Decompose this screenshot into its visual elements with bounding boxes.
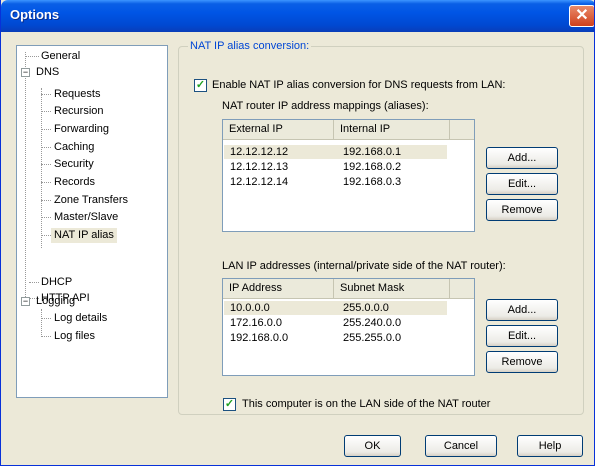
tree-item-recursion[interactable]: Recursion (54, 104, 104, 119)
tree-item-records[interactable]: Records (54, 175, 95, 190)
mappings-label: NAT router IP address mappings (aliases)… (222, 100, 429, 112)
help-button[interactable]: Help (517, 435, 583, 457)
lan-edit-button[interactable]: Edit... (486, 325, 558, 347)
tree-item-security[interactable]: Security (54, 157, 94, 172)
tree-item-logging[interactable]: Logging (36, 294, 75, 309)
group-title: NAT IP alias conversion: (188, 40, 312, 52)
tree-item-requests[interactable]: Requests (54, 87, 100, 102)
mappings-remove-button[interactable]: Remove (486, 199, 558, 221)
tree-item-dns[interactable]: DNS (36, 65, 59, 80)
title-bar[interactable]: Options ✕ (1, 0, 594, 32)
tree-item-caching[interactable]: Caching (54, 140, 94, 155)
options-dialog: Options ✕ General − DNS Requests Recursi… (0, 0, 595, 466)
tree-item-log-details[interactable]: Log details (54, 311, 107, 326)
close-icon[interactable]: ✕ (569, 5, 594, 27)
table-row[interactable]: 192.168.0.0 255.255.0.0 (224, 331, 447, 345)
table-row[interactable]: 172.16.0.0 255.240.0.0 (224, 316, 447, 330)
tree-item-log-files[interactable]: Log files (54, 329, 95, 344)
table-row[interactable]: 10.0.0.0 255.0.0.0 (224, 301, 447, 315)
lan-list[interactable]: IP Address Subnet Mask 10.0.0.0 255.0.0.… (222, 278, 475, 376)
mappings-list[interactable]: External IP Internal IP 12.12.12.12 192.… (222, 119, 475, 232)
collapse-dns-icon[interactable]: − (21, 68, 30, 77)
mappings-add-button[interactable]: Add... (486, 147, 558, 169)
ok-button[interactable]: OK (344, 435, 401, 457)
column-internal-ip[interactable]: Internal IP (334, 120, 450, 140)
table-row[interactable]: 12.12.12.13 192.168.0.2 (224, 160, 447, 174)
cancel-button[interactable]: Cancel (425, 435, 497, 457)
lan-label: LAN IP addresses (internal/private side … (222, 260, 506, 272)
tree-item-dhcp[interactable]: DHCP (41, 275, 72, 290)
tree-item-master-slave[interactable]: Master/Slave (54, 210, 118, 225)
mappings-edit-button[interactable]: Edit... (486, 173, 558, 195)
tree-item-general[interactable]: General (41, 49, 80, 64)
options-tree[interactable]: General − DNS Requests Recursion Forward… (16, 45, 168, 398)
column-external-ip[interactable]: External IP (223, 120, 334, 140)
tree-item-nat-ip-alias[interactable]: NAT IP alias (51, 228, 117, 243)
enable-nat-checkbox[interactable]: ✓ (194, 79, 207, 92)
enable-nat-label[interactable]: Enable NAT IP alias conversion for DNS r… (212, 79, 505, 91)
table-row[interactable]: 12.12.12.14 192.168.0.3 (224, 175, 447, 189)
tree-item-forwarding[interactable]: Forwarding (54, 122, 109, 137)
window-title: Options (10, 7, 60, 22)
lan-remove-button[interactable]: Remove (486, 351, 558, 373)
lan-add-button[interactable]: Add... (486, 299, 558, 321)
column-subnet-mask[interactable]: Subnet Mask (334, 279, 450, 299)
tree-item-zone-transfers[interactable]: Zone Transfers (54, 193, 128, 208)
collapse-logging-icon[interactable]: − (21, 297, 30, 306)
column-ip-address[interactable]: IP Address (223, 279, 334, 299)
lan-side-checkbox[interactable]: ✓ (223, 398, 236, 411)
lan-side-label[interactable]: This computer is on the LAN side of the … (242, 398, 490, 410)
table-row[interactable]: 12.12.12.12 192.168.0.1 (224, 145, 447, 159)
